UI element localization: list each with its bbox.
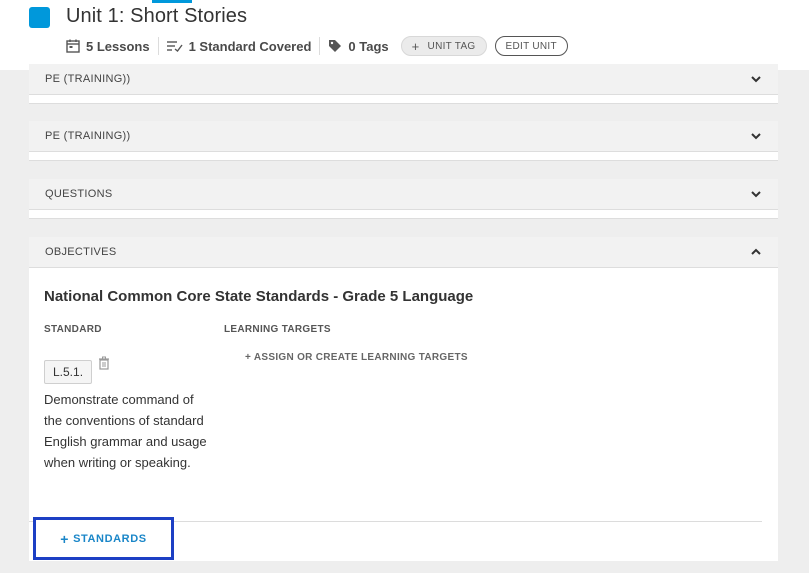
unit-meta-row: 5 Lessons 1 Standard Covered 0 Tags + UN… xyxy=(66,36,568,56)
chevron-down-icon[interactable] xyxy=(750,188,762,200)
trash-icon[interactable] xyxy=(98,356,110,370)
page-background-bottom xyxy=(0,563,809,573)
add-standards-button[interactable]: + STANDARDS xyxy=(33,517,174,560)
panel-objectives: OBJECTIVES National Common Core State St… xyxy=(29,237,778,561)
plus-icon: + xyxy=(245,352,254,363)
learning-targets-column-header: LEARNING TARGETS xyxy=(224,324,331,335)
chevron-down-icon[interactable] xyxy=(750,73,762,85)
unit-tag-button[interactable]: + UNIT TAG xyxy=(400,36,487,56)
panel-pe-training-1: PE (TRAINING)) xyxy=(29,64,778,104)
panel-title: PE (TRAINING)) xyxy=(45,130,131,142)
add-standards-label: STANDARDS xyxy=(73,532,147,545)
panel-collapsed-body xyxy=(29,210,778,219)
active-tab-indicator xyxy=(152,0,192,3)
standards-covered-label: 1 Standard Covered xyxy=(188,38,312,54)
unit-tag-label: UNIT TAG xyxy=(427,40,476,52)
standard-code-badge: L.5.1. xyxy=(44,360,93,384)
standards-set-title: National Common Core State Standards - G… xyxy=(44,288,474,305)
standards-count[interactable]: 1 Standard Covered xyxy=(166,38,312,54)
meta-divider xyxy=(157,37,159,55)
left-gutter xyxy=(0,70,28,573)
tag-icon xyxy=(328,39,342,53)
assign-learning-targets-label: ASSIGN OR CREATE LEARNING TARGETS xyxy=(253,352,468,363)
plus-icon: + xyxy=(60,530,70,547)
unit-color-icon xyxy=(29,7,50,28)
unit-title: Unit 1: Short Stories xyxy=(66,5,248,27)
meta-divider xyxy=(319,37,321,55)
panel-collapsed-body xyxy=(29,95,778,104)
plus-icon: + xyxy=(411,38,420,54)
panel-title: OBJECTIVES xyxy=(45,246,117,258)
tags-label: 0 Tags xyxy=(348,38,389,54)
tags-count[interactable]: 0 Tags xyxy=(328,38,389,54)
calendar-icon xyxy=(66,39,80,53)
chevron-down-icon[interactable] xyxy=(750,130,762,142)
lessons-label: 5 Lessons xyxy=(86,38,150,54)
panel-header[interactable]: QUESTIONS xyxy=(29,179,778,210)
lessons-count[interactable]: 5 Lessons xyxy=(66,39,150,54)
checklist-icon xyxy=(166,40,183,52)
panel-title: PE (TRAINING)) xyxy=(45,73,131,85)
panel-header[interactable]: PE (TRAINING)) xyxy=(29,121,778,152)
panel-questions: QUESTIONS xyxy=(29,179,778,219)
panel-collapsed-body xyxy=(29,152,778,161)
panel-pe-training-2: PE (TRAINING)) xyxy=(29,121,778,161)
assign-learning-targets-link[interactable]: + ASSIGN OR CREATE LEARNING TARGETS xyxy=(245,352,468,363)
panel-header[interactable]: PE (TRAINING)) xyxy=(29,64,778,95)
chevron-up-icon[interactable] xyxy=(750,246,762,258)
standard-description: Demonstrate command of the conventions o… xyxy=(44,392,207,470)
edit-unit-label: EDIT UNIT xyxy=(505,40,557,52)
panel-header[interactable]: OBJECTIVES xyxy=(29,237,778,268)
panel-title: QUESTIONS xyxy=(45,188,113,200)
standard-column-header: STANDARD xyxy=(44,324,102,335)
unit-header: Unit 1: Short Stories 5 Lessons 1 Standa… xyxy=(0,0,809,70)
edit-unit-button[interactable]: EDIT UNIT xyxy=(494,36,568,56)
